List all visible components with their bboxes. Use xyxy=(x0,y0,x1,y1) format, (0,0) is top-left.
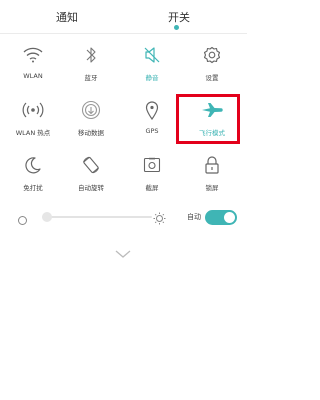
brightness-row: 自动 xyxy=(0,206,247,228)
toggle-label: GPS xyxy=(145,127,159,135)
mute-icon xyxy=(141,44,163,66)
switch-knob xyxy=(224,212,235,223)
toggle-bluetooth[interactable]: 蓝牙 xyxy=(63,40,119,86)
screenshot-icon xyxy=(141,154,163,176)
toggle-label: 截屏 xyxy=(145,184,159,192)
toggle-lock-screen[interactable]: 锁屏 xyxy=(184,150,240,196)
tab-notifications[interactable]: 通知 xyxy=(56,9,78,25)
toggle-label: 自动旋转 xyxy=(78,184,104,192)
toggle-settings[interactable]: 设置 xyxy=(184,40,240,86)
tabs-divider xyxy=(0,33,247,34)
toggle-label: 锁屏 xyxy=(205,184,219,192)
toggle-mobile-data[interactable]: 移动数据 xyxy=(63,95,119,141)
toggle-label: 设置 xyxy=(205,74,219,82)
location-pin-icon xyxy=(141,99,163,121)
brightness-high-icon xyxy=(153,210,166,225)
toggle-label: 蓝牙 xyxy=(84,74,98,82)
toggle-auto-rotate[interactable]: 自动旋转 xyxy=(63,150,119,196)
toggle-gps[interactable]: GPS xyxy=(124,95,180,141)
chevron-down-icon[interactable] xyxy=(115,244,131,258)
tab-toggles[interactable]: 开关 xyxy=(168,9,190,25)
lock-icon xyxy=(201,154,223,176)
toggle-label: WLAN 热点 xyxy=(15,129,51,137)
hotspot-icon xyxy=(22,99,44,121)
moon-icon xyxy=(22,154,44,176)
mobile-data-icon xyxy=(80,99,102,121)
toggle-do-not-disturb[interactable]: 免打扰 xyxy=(5,150,61,196)
toggle-label: 免打扰 xyxy=(23,184,43,192)
auto-brightness-label: 自动 xyxy=(187,213,201,221)
brightness-slider-thumb[interactable] xyxy=(42,212,52,222)
airplane-mode-highlight-box xyxy=(176,94,240,144)
rotate-icon xyxy=(80,154,102,176)
toggle-hotspot[interactable]: WLAN 热点 xyxy=(5,95,61,141)
bluetooth-icon xyxy=(80,44,102,66)
toggle-label: 静音 xyxy=(145,74,159,82)
gear-icon xyxy=(201,44,223,66)
toggle-mute[interactable]: 静音 xyxy=(124,40,180,86)
wifi-icon xyxy=(22,44,44,66)
toggle-label: WLAN xyxy=(23,72,43,80)
brightness-low-icon xyxy=(17,211,28,225)
brightness-slider-track[interactable] xyxy=(42,216,152,218)
toggle-screenshot[interactable]: 截屏 xyxy=(124,150,180,196)
panel-tabs: 通知 开关 xyxy=(0,0,247,34)
toggle-label: 移动数据 xyxy=(78,129,104,137)
auto-brightness-switch[interactable] xyxy=(205,210,237,225)
tab-active-indicator xyxy=(174,25,179,30)
toggle-wlan[interactable]: WLAN xyxy=(5,40,61,86)
